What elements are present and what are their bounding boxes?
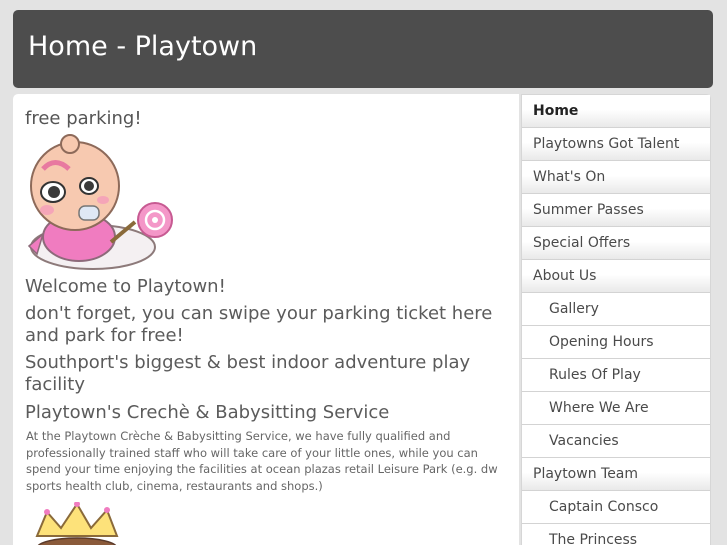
sidebar-item-label: Captain Consco [549,499,659,515]
welcome-heading: Welcome to Playtown! [25,276,226,297]
sidebar-item-label: What's On [533,169,606,185]
sidebar-item-special-offers[interactable]: Special Offers [522,227,710,260]
main-content: free parking! Welcome to Playtown! don't… [13,94,519,545]
sidebar-item-rules-of-play[interactable]: Rules Of Play [522,359,710,392]
sidebar-item-label: Summer Passes [533,202,644,218]
sidebar-item-vacancies[interactable]: Vacancies [522,425,710,458]
princess-crown-illustration [35,502,119,545]
sidebar-item-label: Gallery [549,301,599,317]
sidebar-item-label: The Princess [549,532,638,545]
sidebar-item-the-princess[interactable]: The Princess [522,524,710,545]
parking-heading: don't forget, you can swipe your parking… [25,303,493,346]
baby-illustration [27,134,173,270]
sidebar-item-captain-consco[interactable]: Captain Consco [522,491,710,524]
page: Home - Playtown free parking! Welcome to… [0,0,727,545]
sidebar-item-where-we-are[interactable]: Where We Are [522,392,710,425]
sidebar-item-about-us[interactable]: About Us [522,260,710,293]
sidebar-item-playtown-team[interactable]: Playtown Team [522,458,710,491]
sidebar-item-label: Special Offers [533,235,631,251]
biggest-heading: Southport's biggest & best indoor advent… [25,352,471,395]
sidebar-item-whats-on[interactable]: What's On [522,161,710,194]
sidebar-item-label: About Us [533,268,597,284]
sidebar-item-label: Where We Are [549,400,649,416]
creche-heading: Playtown's Crechè & Babysitting Service [25,402,390,423]
page-title: Home - Playtown [28,31,258,62]
sidebar-item-label: Vacancies [549,433,619,449]
sidebar-item-label: Opening Hours [549,334,654,350]
sidebar-item-opening-hours[interactable]: Opening Hours [522,326,710,359]
sidebar-item-gallery[interactable]: Gallery [522,293,710,326]
sidebar-item-summer-passes[interactable]: Summer Passes [522,194,710,227]
free-parking-tagline: free parking! [25,108,142,129]
sidebar-item-playtowns-got-talent[interactable]: Playtowns Got Talent [522,128,710,161]
sidebar-item-label: Home [533,103,579,119]
sidebar-item-label: Playtowns Got Talent [533,136,680,152]
sidebar-item-label: Playtown Team [533,466,639,482]
creche-description: At the Playtown Crèche & Babysitting Ser… [26,429,498,493]
sidebar-item-home[interactable]: Home [522,95,710,128]
sidebar-nav: Home Playtowns Got Talent What's On Summ… [521,94,711,545]
sidebar-item-label: Rules Of Play [549,367,641,383]
site-header: Home - Playtown [13,10,713,88]
